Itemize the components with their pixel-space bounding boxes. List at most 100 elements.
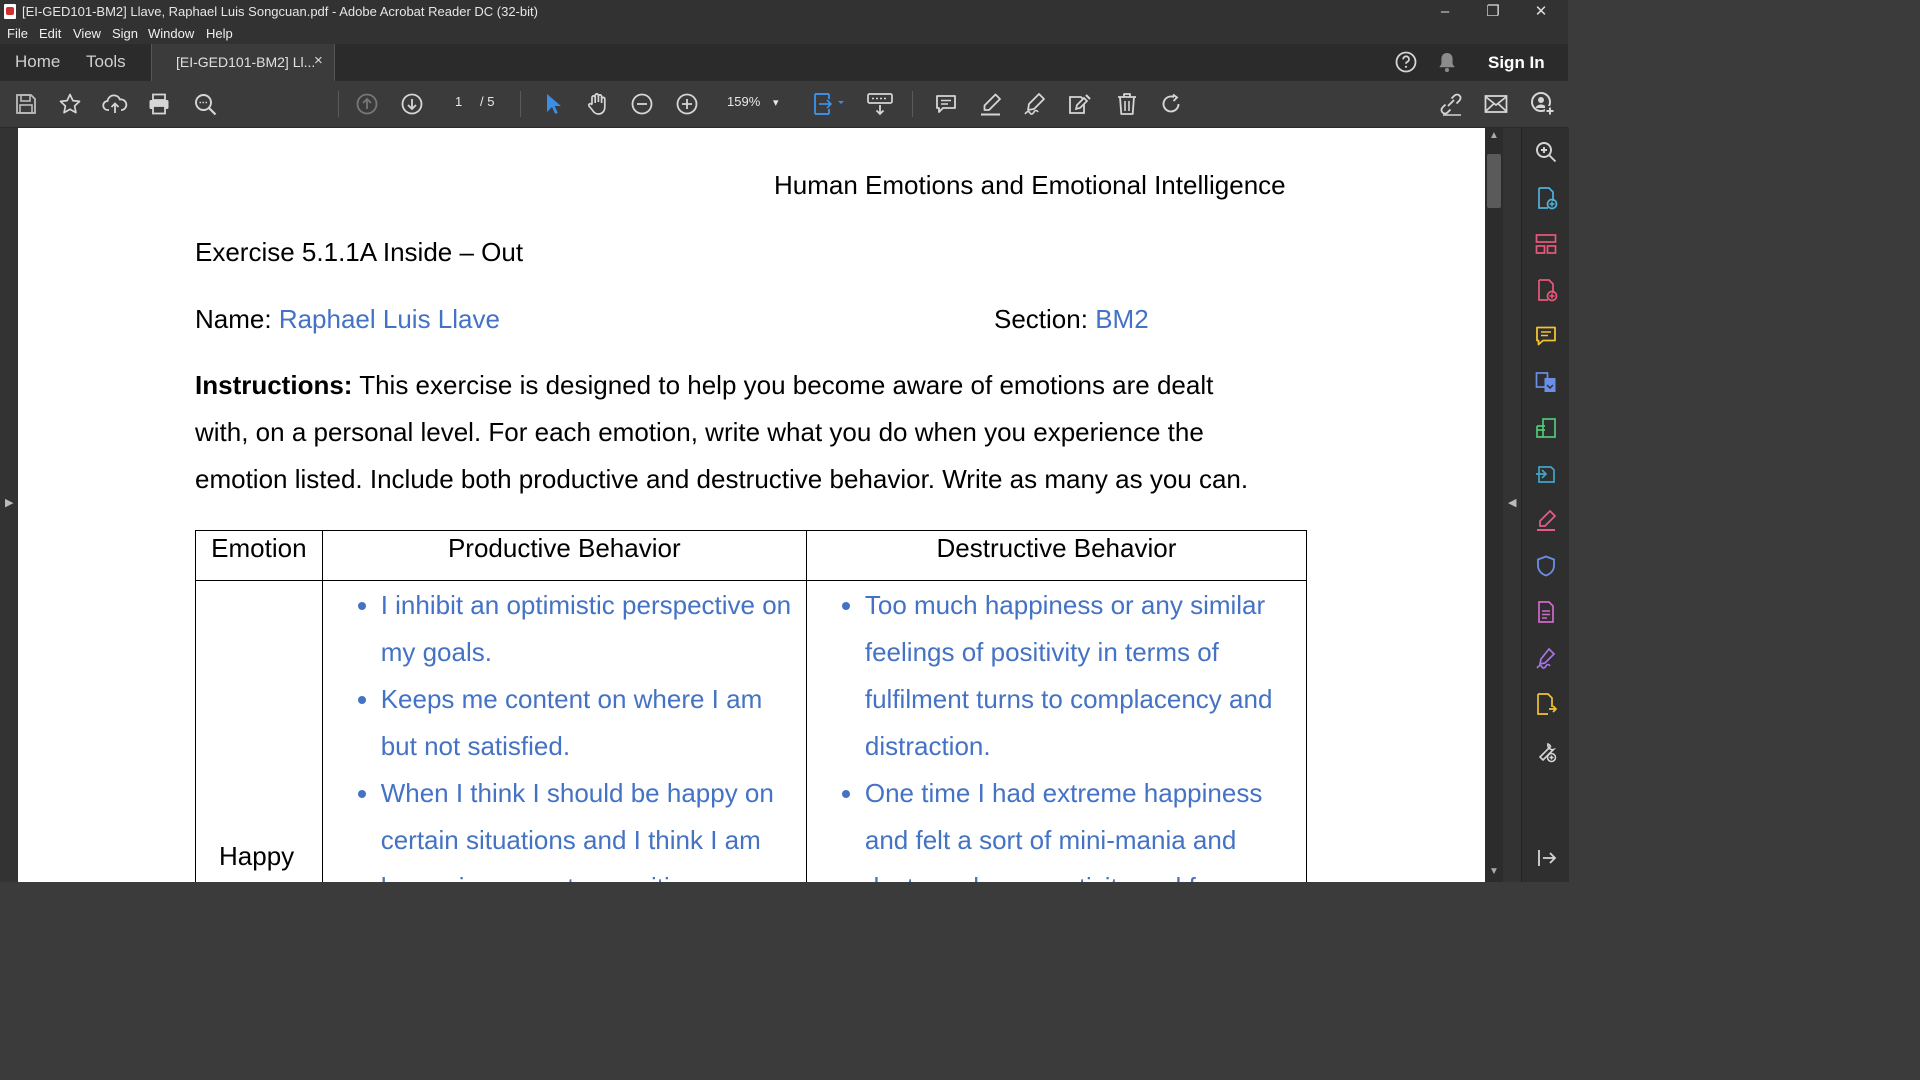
right-tools-panel xyxy=(1521,128,1569,882)
collapse-icon[interactable] xyxy=(1534,846,1558,870)
scroll-up-icon[interactable]: ▲ xyxy=(1489,130,1499,141)
prev-page-icon[interactable] xyxy=(355,92,379,116)
toolbar-separator xyxy=(520,91,521,117)
tab-tools[interactable]: Tools xyxy=(86,52,126,72)
help-icon[interactable] xyxy=(1394,50,1418,74)
productive-list: I inhibit an optimistic perspective on m… xyxy=(324,582,805,882)
menu-sign[interactable]: Sign xyxy=(112,26,138,41)
select-arrow-icon[interactable] xyxy=(542,91,564,117)
document-page: Human Emotions and Emotional Intelligenc… xyxy=(18,128,1485,882)
minimize-button[interactable]: – xyxy=(1422,0,1468,24)
upload-icon[interactable] xyxy=(102,92,128,116)
emotion-label: Happy xyxy=(219,841,295,871)
table-header-productive: Productive Behavior xyxy=(321,530,807,581)
trash-icon[interactable] xyxy=(1115,91,1139,117)
menu-file[interactable]: File xyxy=(7,26,28,41)
document-header: Human Emotions and Emotional Intelligenc… xyxy=(774,170,1286,200)
page-total-label: / 5 xyxy=(480,94,495,109)
instructions-line-3: emotion listed. Include both productive … xyxy=(195,464,1249,494)
star-icon[interactable] xyxy=(58,92,82,116)
zoom-in-icon[interactable] xyxy=(675,92,699,116)
menu-window[interactable]: Window xyxy=(148,26,194,41)
compress-icon[interactable] xyxy=(1534,600,1558,624)
fit-page-icon[interactable] xyxy=(810,91,848,117)
menu-view[interactable]: View xyxy=(73,26,101,41)
expand-left-panel-icon[interactable]: ▶ xyxy=(5,496,13,509)
emotion-cell: Happy xyxy=(195,580,323,882)
print-icon[interactable] xyxy=(147,92,171,116)
right-panel-gap: ◀ xyxy=(1503,128,1521,882)
edit-pdf-icon[interactable] xyxy=(1534,416,1558,440)
convert-icon[interactable] xyxy=(1534,462,1558,486)
list-item: One time I had extreme happiness and fel… xyxy=(865,770,1305,882)
destructive-cell: Too much happiness or any similar feelin… xyxy=(805,580,1308,882)
destructive-list: Too much happiness or any similar feelin… xyxy=(808,582,1305,882)
tab-document[interactable]: [EI-GED101-BM2] Ll... × xyxy=(151,44,335,81)
tools-icon[interactable] xyxy=(1534,740,1558,764)
bell-icon[interactable] xyxy=(1436,50,1458,74)
instructions-line-2: with, on a personal level. For each emot… xyxy=(195,417,1204,447)
exercise-title: Exercise 5.1.1A Inside – Out xyxy=(195,237,524,267)
close-window-button[interactable]: ✕ xyxy=(1518,0,1564,24)
export-pdf-icon[interactable] xyxy=(1534,278,1558,302)
search-icon[interactable] xyxy=(193,92,218,117)
zoom-icon[interactable] xyxy=(1534,140,1558,164)
share-link-icon[interactable] xyxy=(1437,91,1465,117)
comment-icon[interactable] xyxy=(1534,324,1558,348)
protect-icon[interactable] xyxy=(1534,554,1558,578)
menu-help[interactable]: Help xyxy=(206,26,233,41)
menu-edit[interactable]: Edit xyxy=(39,26,61,41)
create-pdf-icon[interactable] xyxy=(1534,186,1558,210)
table-header-emotion: Emotion xyxy=(195,530,323,581)
document-tab-title: [EI-GED101-BM2] Ll... xyxy=(176,54,316,70)
menu-bar: File Edit View Sign Window Help xyxy=(0,24,1568,44)
zoom-level[interactable]: 159% xyxy=(727,94,760,109)
page-number-input[interactable]: 1 xyxy=(455,94,462,109)
highlight-pen-icon[interactable] xyxy=(978,91,1004,117)
instructions-line-1: Instructions: This exercise is designed … xyxy=(195,370,1213,401)
name-value: Raphael Luis Llave xyxy=(278,304,500,334)
title-bar: [EI-GED101-BM2] Llave, Raphael Luis Song… xyxy=(0,0,1568,24)
list-item: When I think I should be happy on certai… xyxy=(381,770,805,882)
next-page-icon[interactable] xyxy=(400,92,424,116)
more-tools-icon[interactable] xyxy=(1534,692,1558,716)
name-label: Name: xyxy=(195,304,272,334)
section-label: Section: xyxy=(994,304,1088,334)
save-icon[interactable] xyxy=(14,92,38,116)
combine-files-icon[interactable] xyxy=(1534,370,1558,394)
section-row: Section: BM2 xyxy=(994,304,1149,335)
list-item: I inhibit an optimistic perspective on m… xyxy=(381,582,805,676)
table-header-row: Emotion Productive Behavior Destructive … xyxy=(195,530,1308,581)
stamp-icon[interactable] xyxy=(1066,91,1094,117)
table-header-destructive: Destructive Behavior xyxy=(805,530,1308,581)
sign-in-button[interactable]: Sign In xyxy=(1488,53,1545,73)
comment-icon[interactable] xyxy=(934,92,958,116)
scrollbar-thumb[interactable] xyxy=(1487,154,1501,208)
email-icon[interactable] xyxy=(1483,92,1509,116)
rotate-icon[interactable] xyxy=(1159,92,1183,116)
tab-home[interactable]: Home xyxy=(15,52,60,72)
table-row: Happy I inhibit an optimistic perspectiv… xyxy=(195,580,1308,882)
section-value: BM2 xyxy=(1095,304,1149,334)
fill-sign-icon[interactable] xyxy=(1534,508,1558,532)
productive-cell: I inhibit an optimistic perspective on m… xyxy=(321,580,807,882)
zoom-dropdown-caret[interactable]: ▾ xyxy=(773,96,779,109)
toolbar-separator xyxy=(338,91,339,117)
organize-pages-icon[interactable] xyxy=(1534,232,1558,256)
hand-icon[interactable] xyxy=(585,91,611,117)
close-tab-icon[interactable]: × xyxy=(314,52,323,69)
main-toolbar: 1 / 5 159% ▾ xyxy=(0,81,1568,128)
restore-button[interactable]: ❐ xyxy=(1470,0,1516,24)
instructions-text-1: This exercise is designed to help you be… xyxy=(352,370,1214,400)
pdf-app-icon xyxy=(4,4,16,19)
vertical-scrollbar[interactable]: ▲ ▼ xyxy=(1485,128,1503,882)
keyboard-icon[interactable] xyxy=(866,91,894,117)
request-signature-icon[interactable] xyxy=(1534,646,1558,670)
sign-icon[interactable] xyxy=(1022,91,1048,117)
scroll-down-icon[interactable]: ▼ xyxy=(1489,866,1499,877)
add-user-icon[interactable] xyxy=(1528,91,1556,117)
name-row: Name: Raphael Luis Llave xyxy=(195,304,500,335)
collapse-right-panel-icon[interactable]: ◀ xyxy=(1508,496,1516,509)
zoom-out-icon[interactable] xyxy=(630,92,654,116)
window-title: [EI-GED101-BM2] Llave, Raphael Luis Song… xyxy=(22,4,538,19)
